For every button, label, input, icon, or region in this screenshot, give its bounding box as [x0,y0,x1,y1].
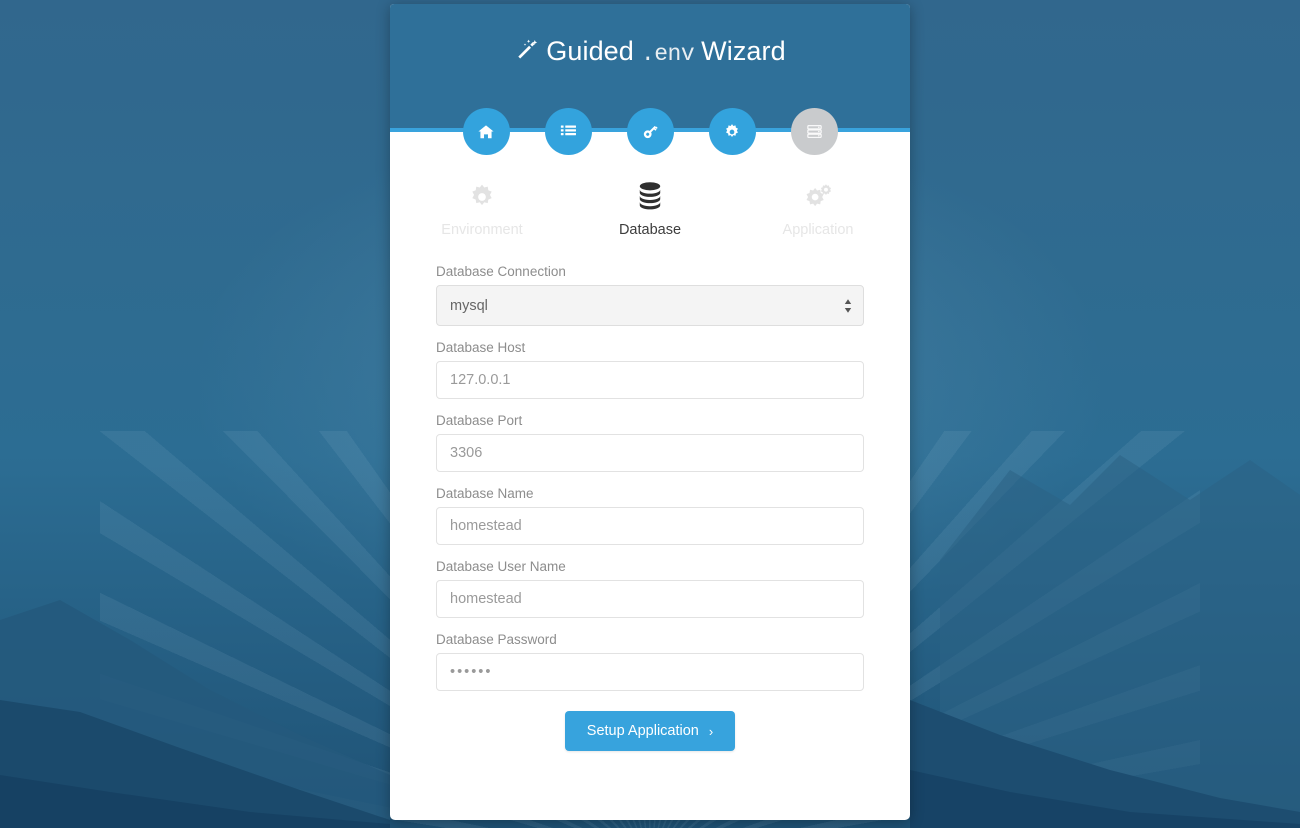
field-label: Database Host [436,340,526,355]
chevron-right-icon: › [708,723,714,739]
card-body: Environment Database Application Databas… [390,128,910,751]
wizard-card: Guided .env Wizard Environment Database … [390,4,910,820]
database-name-input[interactable] [436,507,864,545]
field-label: Database User Name [436,559,566,574]
field-label: Database Port [436,413,523,428]
field-label: Database Name [436,486,534,501]
field-label: Database Connection [436,264,566,279]
step-key[interactable] [626,108,674,155]
step-home[interactable] [462,108,510,155]
step-environment[interactable] [544,108,592,155]
step-indicator [390,108,910,158]
home-icon [477,123,495,141]
step-settings[interactable] [708,108,756,155]
key-icon [641,123,659,141]
field-database-password: Database Password [436,632,864,691]
database-username-input[interactable] [436,580,864,618]
field-database-port: Database Port [436,413,864,472]
page-title: Guided .env Wizard [390,36,910,70]
database-icon [604,180,696,214]
tab-label: Application [782,222,854,238]
title-prefix: Guided [546,36,634,66]
title-mono: .env [640,41,695,67]
database-password-input[interactable] [436,653,864,691]
gear-icon [436,180,528,214]
field-database-username: Database User Name [436,559,864,618]
setup-application-button[interactable]: Setup Application › [564,711,736,751]
step-server[interactable] [790,108,838,155]
field-label: Database Password [436,632,557,647]
tab-label: Environment [441,222,523,238]
section-tabs: Environment Database Application [436,180,864,238]
list-icon [560,123,577,140]
tab-database[interactable]: Database [604,180,696,238]
database-host-input[interactable] [436,361,864,399]
tab-label: Database [618,222,682,238]
submit-label: Setup Application [586,723,699,739]
database-port-input[interactable] [436,434,864,472]
tab-application[interactable]: Application [772,180,864,238]
magic-wand-icon [514,37,540,70]
title-suffix: Wizard [701,36,786,66]
server-icon [806,123,823,140]
database-connection-select[interactable]: mysql [436,285,864,326]
tab-environment[interactable]: Environment [436,180,528,238]
submit-row: Setup Application › [436,711,864,751]
cogs-icon [772,180,864,214]
field-database-host: Database Host [436,340,864,399]
field-database-name: Database Name [436,486,864,545]
field-database-connection: Database Connection mysql [436,264,864,326]
gear-icon [723,123,741,141]
